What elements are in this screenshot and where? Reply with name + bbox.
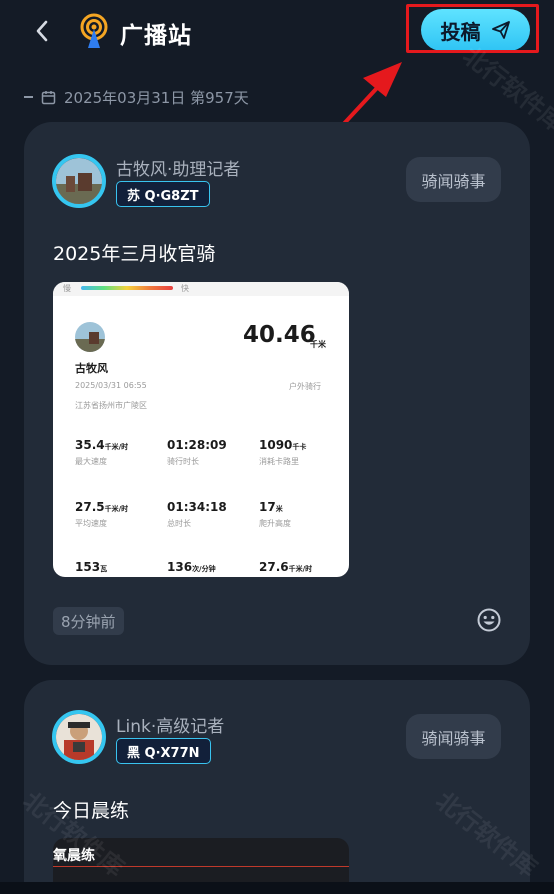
thumb-caption: 氧晨练 — [53, 848, 95, 864]
stat-total-time: 01:34:18 总时长 — [167, 500, 227, 528]
rider-avatar — [75, 322, 105, 352]
rider-name: 古牧风 — [75, 362, 108, 375]
thumb-divider — [53, 866, 349, 867]
license-plate-badge: 苏 Q·G8ZT — [116, 181, 210, 207]
post-title: 今日晨练 — [53, 800, 130, 822]
ride-distance-unit: 千米 — [310, 340, 326, 349]
ride-distance: 40.46 — [243, 322, 316, 348]
author-avatar[interactable] — [52, 154, 106, 208]
stat-heart-rate: 136次/分钟 — [167, 560, 216, 574]
speed-gradient — [81, 286, 173, 290]
stat-speed-3: 27.6千米/时 — [259, 560, 313, 574]
header: 广播站 投稿 — [0, 0, 554, 64]
stat-avg-speed: 27.5千米/时 平均速度 — [75, 500, 129, 528]
speed-slow-label: 慢 — [63, 284, 71, 293]
broadcast-logo-icon — [80, 13, 108, 48]
post-card[interactable]: 古牧风·助理记者 苏 Q·G8ZT 骑闻骑事 2025年三月收官骑 慢 快 古牧… — [24, 122, 530, 665]
submit-button[interactable]: 投稿 — [421, 9, 530, 51]
author-name[interactable]: 古牧风·助理记者 — [116, 155, 240, 180]
post-title: 2025年三月收官骑 — [53, 243, 216, 265]
speed-legend-bar: 慢 快 — [53, 282, 349, 296]
author-name[interactable]: Link·高级记者 — [116, 712, 224, 737]
license-plate-badge: 黑 Q·X77N — [116, 738, 211, 764]
bottom-edge — [0, 882, 554, 894]
post-card[interactable]: Link·高级记者 黑 Q·X77N 骑闻骑事 今日晨练 氧晨练 — [24, 680, 530, 894]
stat-power: 153瓦 — [75, 560, 108, 574]
stat-max-speed: 35.4千米/时 最大速度 — [75, 438, 129, 466]
speed-fast-label: 快 — [181, 284, 189, 293]
post-time-badge: 8分钟前 — [53, 607, 124, 635]
ride-type: 户外骑行 — [289, 382, 321, 391]
date-row: 2025年03月31日 第957天 — [24, 86, 249, 108]
submit-button-label: 投稿 — [440, 19, 481, 44]
date-text: 2025年03月31日 第957天 — [64, 88, 249, 107]
calendar-icon — [41, 90, 56, 104]
send-plane-icon — [491, 21, 510, 39]
stat-climb: 17米 爬升高度 — [259, 500, 291, 528]
stat-calories: 1090千卡 消耗卡路里 — [259, 438, 307, 466]
category-button[interactable]: 骑闻骑事 — [406, 157, 501, 202]
post-image-ride-summary[interactable]: 慢 快 古牧风 2025/03/31 06:55 江苏省扬州市广陵区 40.46… — [53, 282, 349, 577]
back-button[interactable] — [28, 14, 56, 48]
emoji-icon[interactable] — [476, 607, 502, 633]
ride-location: 江苏省扬州市广陵区 — [75, 401, 147, 410]
category-button[interactable]: 骑闻骑事 — [406, 714, 501, 759]
dash-divider — [24, 96, 33, 98]
ride-datetime: 2025/03/31 06:55 — [75, 381, 147, 390]
page-title: 广播站 — [120, 23, 192, 49]
stat-ride-time: 01:28:09 骑行时长 — [167, 438, 227, 466]
back-chevron-icon — [36, 20, 48, 42]
author-avatar[interactable] — [52, 710, 106, 764]
